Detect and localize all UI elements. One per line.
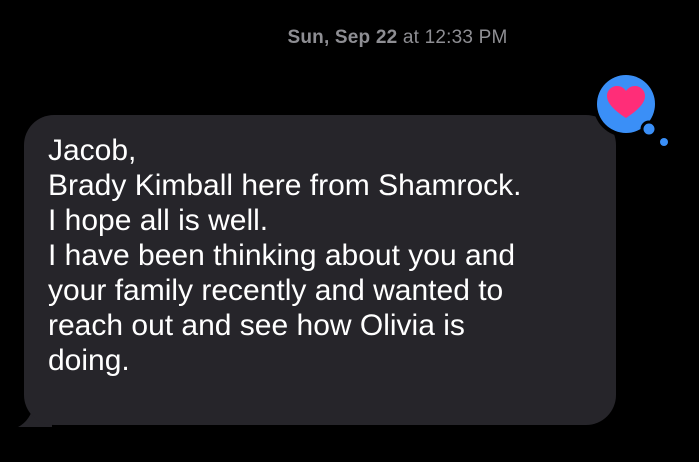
message-line: your family recently and wanted to: [48, 274, 504, 307]
message-timestamp: Sun, Sep 22 at 12:33 PM: [0, 27, 699, 49]
message-line: Brady Kimball here from Shamrock.: [48, 169, 522, 202]
message-thread: Sun, Sep 22 at 12:33 PM Jacob, Brady Kim…: [0, 0, 699, 462]
message-line: doing.: [48, 344, 130, 377]
message-line: I have been thinking about you and: [48, 239, 516, 272]
message-text: Jacob, Brady Kimball here from Shamrock.…: [48, 133, 608, 378]
message-line: Jacob,: [48, 134, 137, 167]
incoming-message-bubble[interactable]: Jacob, Brady Kimball here from Shamrock.…: [12, 115, 620, 427]
heart-tapback-reaction[interactable]: [592, 72, 672, 152]
timestamp-time: at 12:33 PM: [402, 27, 508, 48]
message-line: reach out and see how Olivia is: [48, 309, 465, 342]
tapback-tail-large: [640, 120, 658, 138]
tapback-tail-small: [660, 138, 668, 146]
message-line: I hope all is well.: [48, 204, 269, 237]
timestamp-day: Sun, Sep 22: [287, 27, 398, 48]
